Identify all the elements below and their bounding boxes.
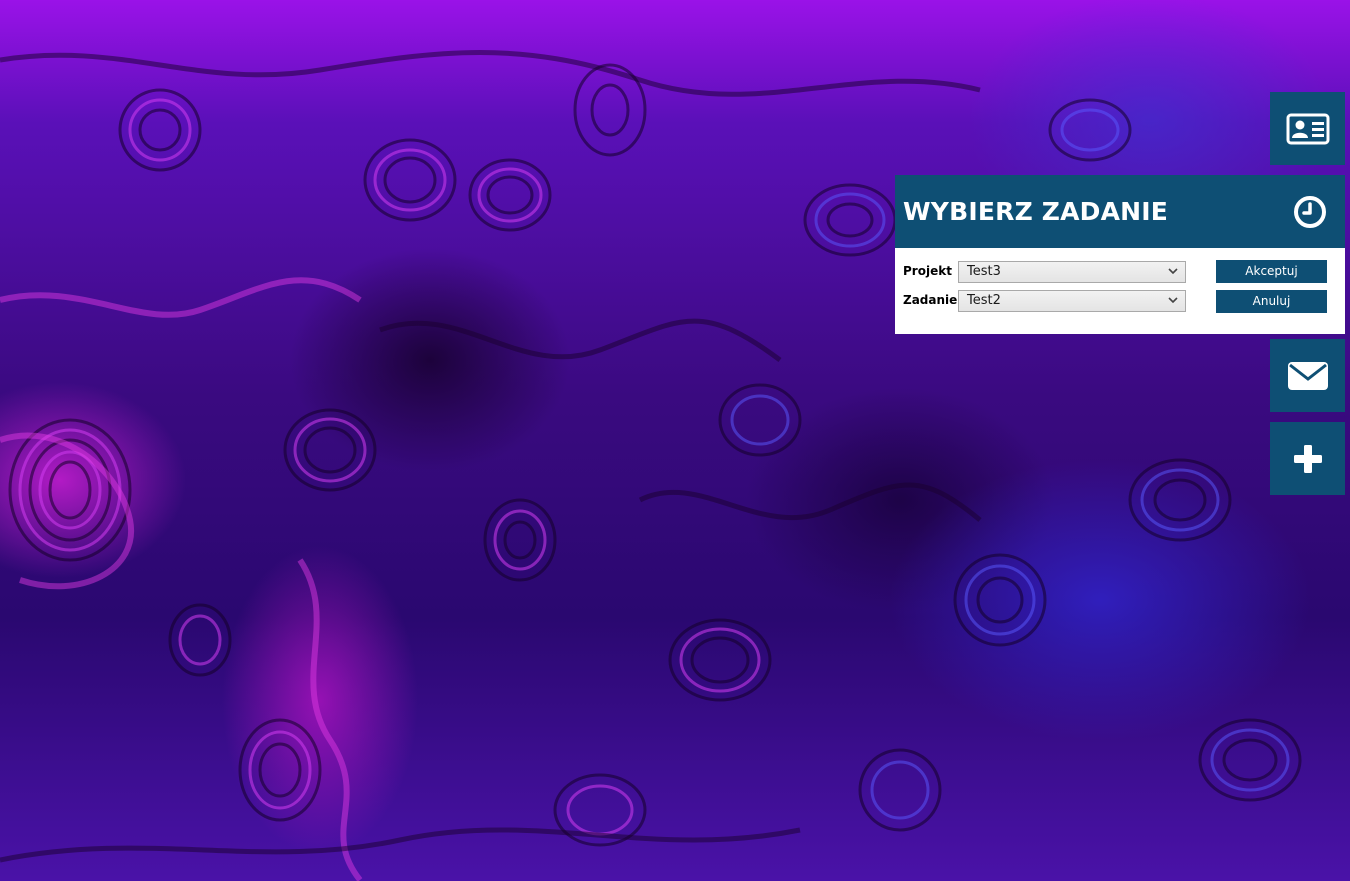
task-label: Zadanie bbox=[903, 293, 958, 307]
envelope-icon bbox=[1287, 361, 1328, 390]
contact-card-button[interactable] bbox=[1270, 92, 1345, 165]
add-button[interactable] bbox=[1270, 422, 1345, 495]
clock-icon bbox=[1294, 195, 1326, 228]
clock-button[interactable] bbox=[1293, 195, 1327, 229]
accept-button[interactable]: Akceptuj bbox=[1216, 260, 1327, 283]
task-dialog-header: WYBIERZ ZADANIE bbox=[895, 175, 1345, 248]
desktop-wallpaper: WYBIERZ ZADANIE Projekt Test3 Zadanie Te… bbox=[0, 0, 1350, 881]
project-label: Projekt bbox=[903, 264, 952, 278]
task-dialog-body: Projekt Test3 Zadanie Test2 Akceptuj Anu… bbox=[895, 248, 1345, 334]
chevron-down-icon bbox=[1168, 297, 1178, 304]
messages-button[interactable] bbox=[1270, 339, 1345, 412]
plus-icon bbox=[1293, 444, 1322, 473]
task-select[interactable]: Test2 bbox=[958, 290, 1186, 312]
wallpaper-swirl-pattern bbox=[0, 50, 1302, 881]
project-select-value: Test3 bbox=[967, 264, 1001, 279]
task-select-value: Test2 bbox=[967, 293, 1001, 308]
dialog-title: WYBIERZ ZADANIE bbox=[903, 197, 1169, 226]
chevron-down-icon bbox=[1168, 268, 1178, 275]
cancel-button[interactable]: Anuluj bbox=[1216, 290, 1327, 313]
contact-card-icon bbox=[1286, 113, 1329, 144]
project-select[interactable]: Test3 bbox=[958, 261, 1186, 283]
